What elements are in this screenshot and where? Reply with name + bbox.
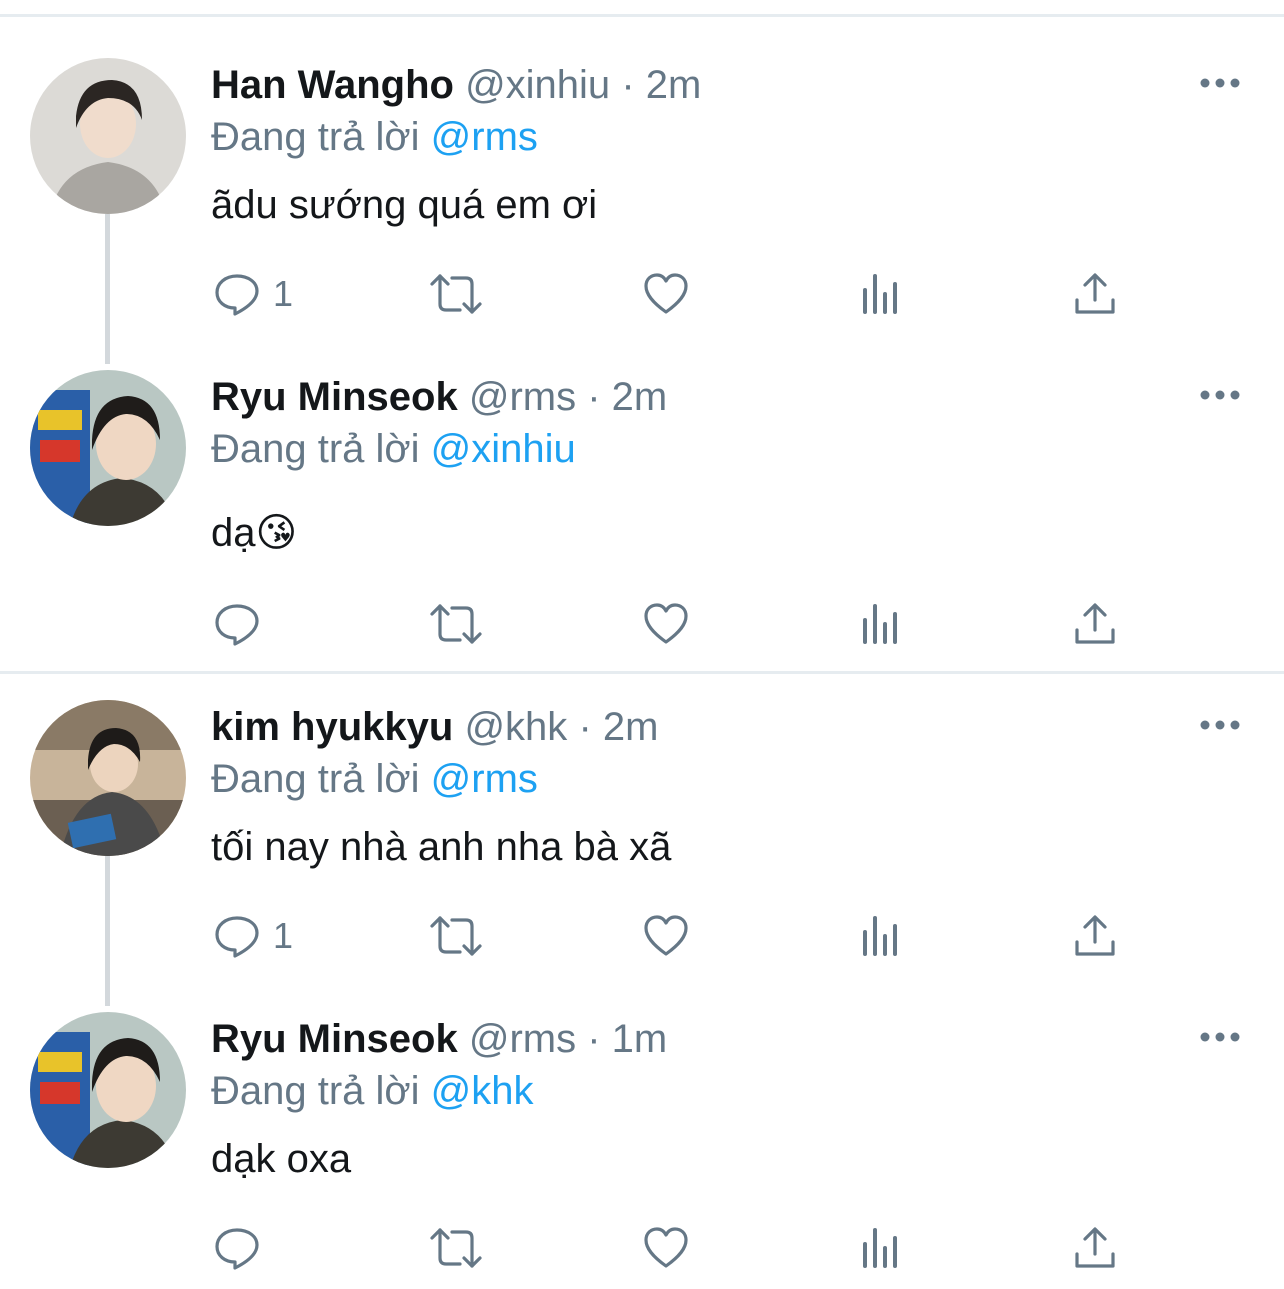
- retweet-button[interactable]: [428, 270, 484, 318]
- avatar-photo-icon: [30, 58, 186, 214]
- mention-link[interactable]: @rms: [431, 757, 538, 801]
- share-icon: [1075, 1227, 1115, 1268]
- timestamp[interactable]: 2m: [646, 63, 702, 107]
- avatar[interactable]: [30, 58, 186, 214]
- display-name[interactable]: Ryu Minseok: [211, 375, 458, 419]
- retweet-icon: [430, 274, 482, 314]
- analytics-icon: [863, 916, 897, 956]
- handle[interactable]: @rms: [469, 1017, 576, 1061]
- tweet-header: Ryu Minseok @rms · 1m: [211, 1014, 667, 1064]
- share-button[interactable]: [1071, 1224, 1119, 1272]
- replying-to: Đang trả lời @khk: [211, 1066, 534, 1116]
- avatar[interactable]: [30, 1012, 186, 1168]
- reply-button[interactable]: [213, 600, 273, 648]
- separator: ·: [587, 1017, 601, 1061]
- share-button[interactable]: [1071, 270, 1119, 318]
- tweet-text: tối nay nhà anh nha bà xã: [211, 825, 672, 869]
- replying-prefix: Đang trả lời: [211, 757, 420, 801]
- like-button[interactable]: [642, 270, 690, 318]
- display-name[interactable]: Han Wangho: [211, 63, 454, 107]
- replying-prefix: Đang trả lời: [211, 115, 420, 159]
- share-icon: [1075, 273, 1115, 314]
- tweet-text: ãdu sướng quá em ơi: [211, 183, 598, 227]
- retweet-button[interactable]: [428, 600, 484, 648]
- heart-icon: [644, 915, 688, 956]
- mention-link[interactable]: @khk: [431, 1069, 534, 1113]
- share-icon: [1075, 915, 1115, 956]
- retweet-icon: [430, 1228, 482, 1268]
- replying-to: Đang trả lời @rms: [211, 112, 538, 162]
- analytics-icon: [863, 1228, 897, 1268]
- more-icon[interactable]: [1198, 70, 1242, 96]
- heart-icon: [644, 603, 688, 644]
- analytics-button[interactable]: [857, 600, 905, 648]
- reply-icon: [215, 274, 259, 316]
- timestamp[interactable]: 2m: [612, 375, 668, 419]
- reply-icon: [215, 1228, 259, 1270]
- reply-count: 1: [273, 915, 294, 956]
- more-icon[interactable]: [1198, 712, 1242, 738]
- share-button[interactable]: [1071, 912, 1119, 960]
- analytics-icon: [863, 604, 897, 644]
- tweet-header: Ryu Minseok @rms · 2m: [211, 372, 667, 422]
- heart-icon: [644, 273, 688, 314]
- separator: ·: [578, 705, 592, 749]
- reply-count: 1: [273, 273, 294, 314]
- reply-button[interactable]: 1: [213, 270, 293, 318]
- display-name[interactable]: kim hyukkyu: [211, 705, 453, 749]
- tweet[interactable]: Han Wangho @xinhiu · 2m Đang trả lời @rm…: [0, 0, 1284, 316]
- like-button[interactable]: [642, 600, 690, 648]
- tweet-header: Han Wangho @xinhiu · 2m: [211, 60, 701, 110]
- retweet-icon: [430, 604, 482, 644]
- separator: ·: [621, 63, 635, 107]
- share-icon: [1075, 603, 1115, 644]
- separator: ·: [587, 375, 601, 419]
- analytics-icon: [863, 274, 897, 314]
- tweet-text: dạ😘: [211, 511, 298, 555]
- display-name[interactable]: Ryu Minseok: [211, 1017, 458, 1061]
- analytics-button[interactable]: [857, 1224, 905, 1272]
- avatar[interactable]: [30, 370, 186, 526]
- more-icon[interactable]: [1198, 1024, 1242, 1050]
- replying-prefix: Đang trả lời: [211, 427, 420, 471]
- tweet-header: kim hyukkyu @khk · 2m: [211, 702, 658, 752]
- avatar[interactable]: [30, 700, 186, 856]
- tweet[interactable]: kim hyukkyu @khk · 2m Đang trả lời @rms …: [0, 642, 1284, 958]
- like-button[interactable]: [642, 912, 690, 960]
- replying-prefix: Đang trả lời: [211, 1069, 420, 1113]
- analytics-button[interactable]: [857, 270, 905, 318]
- analytics-button[interactable]: [857, 912, 905, 960]
- avatar-photo-icon: [30, 700, 186, 856]
- retweet-button[interactable]: [428, 912, 484, 960]
- like-button[interactable]: [642, 1224, 690, 1272]
- mention-link[interactable]: @xinhiu: [431, 427, 576, 471]
- mention-link[interactable]: @rms: [431, 115, 538, 159]
- handle[interactable]: @xinhiu: [465, 63, 610, 107]
- handle[interactable]: @khk: [464, 705, 567, 749]
- avatar-photo-icon: [30, 370, 186, 526]
- share-button[interactable]: [1071, 600, 1119, 648]
- replying-to: Đang trả lời @rms: [211, 754, 538, 804]
- retweet-icon: [430, 916, 482, 956]
- reply-button[interactable]: [213, 1224, 273, 1272]
- timestamp[interactable]: 2m: [603, 705, 659, 749]
- reply-icon: [215, 604, 259, 646]
- heart-icon: [644, 1227, 688, 1268]
- retweet-button[interactable]: [428, 1224, 484, 1272]
- replying-to: Đang trả lời @xinhiu: [211, 424, 576, 474]
- tweet[interactable]: Ryu Minseok @rms · 2m Đang trả lời @xinh…: [0, 312, 1284, 646]
- tweet[interactable]: Ryu Minseok @rms · 1m Đang trả lời @khk …: [0, 954, 1284, 1270]
- more-icon[interactable]: [1198, 382, 1242, 408]
- timestamp[interactable]: 1m: [612, 1017, 668, 1061]
- tweet-text: dạk oxa: [211, 1137, 352, 1181]
- reply-icon: [215, 916, 259, 958]
- reply-button[interactable]: 1: [213, 912, 293, 960]
- avatar-photo-icon: [30, 1012, 186, 1168]
- handle[interactable]: @rms: [469, 375, 576, 419]
